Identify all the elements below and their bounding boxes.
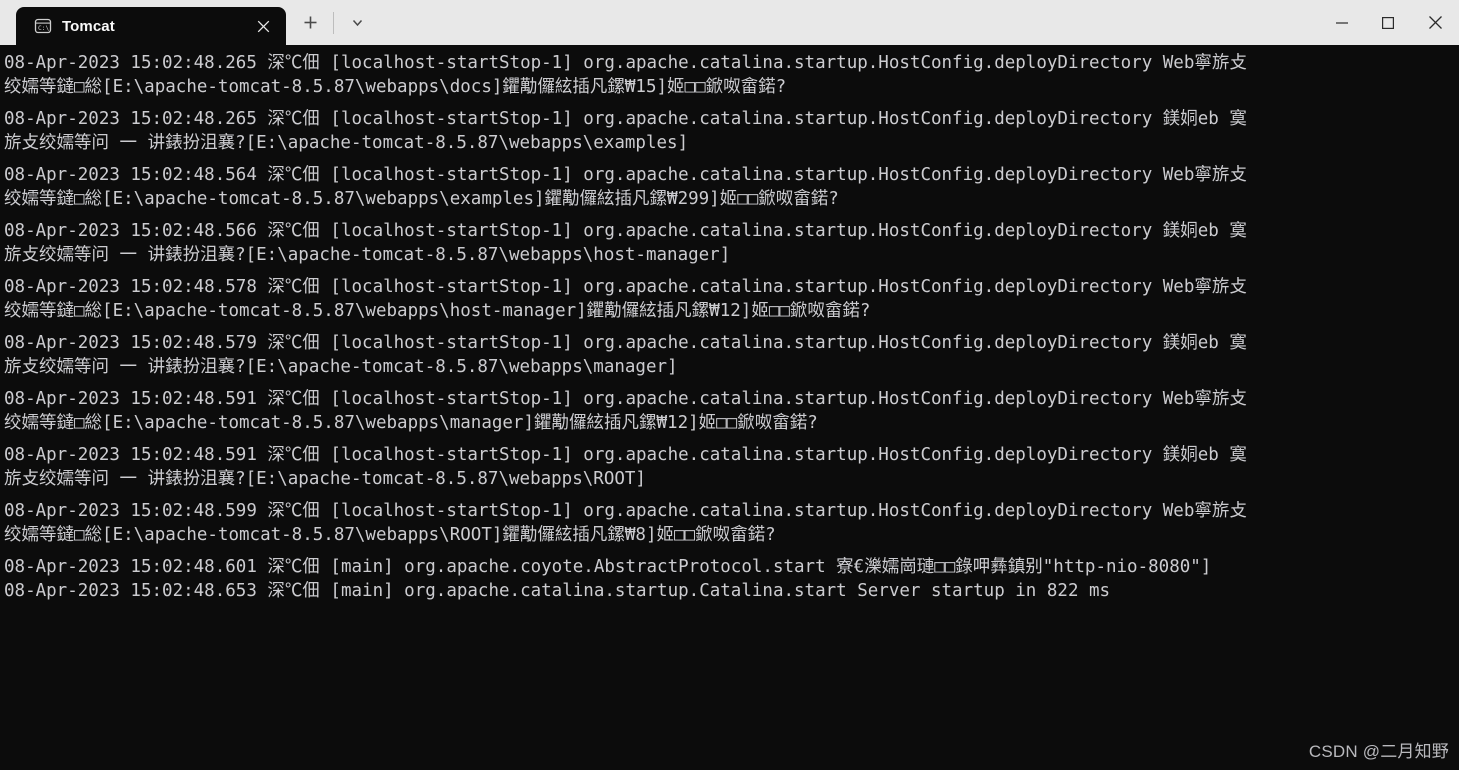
log-line: 08-Apr-2023 15:02:48.591 深℃佃 [localhost-… xyxy=(4,445,1247,465)
command-prompt-icon: C:\ xyxy=(34,17,52,35)
log-line: 08-Apr-2023 15:02:48.591 深℃佃 [localhost-… xyxy=(4,389,1247,409)
tab-title-label: Tomcat xyxy=(62,17,115,35)
log-block-spacer xyxy=(4,323,1459,331)
log-line: 旂攴绞嬬等问 一 讲錶扮沮襄?[E:\apache-tomcat-8.5.87\… xyxy=(4,133,689,153)
tab-bar-actions xyxy=(286,0,381,45)
log-block-spacer xyxy=(4,547,1459,555)
log-line: 旂攴绞嬬等问 一 讲錶扮沮襄?[E:\apache-tomcat-8.5.87\… xyxy=(4,245,731,265)
log-block-spacer xyxy=(4,491,1459,499)
log-block-spacer xyxy=(4,267,1459,275)
chevron-down-icon[interactable] xyxy=(337,4,377,42)
log-line: 绞嬬等鐽□総[E:\apache-tomcat-8.5.87\webapps\R… xyxy=(4,525,776,545)
log-line: 绞嬬等鐽□総[E:\apache-tomcat-8.5.87\webapps\m… xyxy=(4,413,818,433)
log-line: 08-Apr-2023 15:02:48.265 深℃佃 [localhost-… xyxy=(4,53,1247,73)
log-line: 绞嬬等鐽□総[E:\apache-tomcat-8.5.87\webapps\d… xyxy=(4,77,787,97)
log-line: 绞嬬等鐽□総[E:\apache-tomcat-8.5.87\webapps\h… xyxy=(4,301,871,321)
svg-text:C:\: C:\ xyxy=(38,25,49,32)
log-line: 08-Apr-2023 15:02:48.601 深℃佃 [main] org.… xyxy=(4,557,1212,577)
log-line: 08-Apr-2023 15:02:48.599 深℃佃 [localhost-… xyxy=(4,501,1247,521)
log-line: 08-Apr-2023 15:02:48.564 深℃佃 [localhost-… xyxy=(4,165,1247,185)
log-block-spacer xyxy=(4,379,1459,387)
window-controls xyxy=(1319,0,1459,45)
log-line: 08-Apr-2023 15:02:48.578 深℃佃 [localhost-… xyxy=(4,277,1247,297)
close-button[interactable] xyxy=(1411,0,1459,45)
maximize-button[interactable] xyxy=(1365,0,1411,45)
tab-close-icon[interactable] xyxy=(250,13,276,39)
csdn-watermark: CSDN @二月知野 xyxy=(1308,742,1449,761)
title-bar-drag-region xyxy=(381,0,1319,45)
log-line: 旂攴绞嬬等问 一 讲錶扮沮襄?[E:\apache-tomcat-8.5.87\… xyxy=(4,469,646,489)
tab-tomcat[interactable]: C:\ Tomcat xyxy=(16,7,286,45)
log-block-spacer xyxy=(4,435,1459,443)
log-line: 绞嬬等鐽□総[E:\apache-tomcat-8.5.87\webapps\e… xyxy=(4,189,839,209)
log-line: 08-Apr-2023 15:02:48.579 深℃佃 [localhost-… xyxy=(4,333,1247,353)
tab-bar-divider xyxy=(333,11,334,34)
log-block-spacer xyxy=(4,211,1459,219)
window-title-bar: C:\ Tomcat xyxy=(0,0,1459,45)
log-line: 08-Apr-2023 15:02:48.653 深℃佃 [main] org.… xyxy=(4,581,1111,601)
new-tab-button[interactable] xyxy=(290,4,330,42)
console-output-area[interactable]: 08-Apr-2023 15:02:48.265 深℃佃 [localhost-… xyxy=(0,45,1459,770)
log-line: 08-Apr-2023 15:02:48.265 深℃佃 [localhost-… xyxy=(4,109,1247,129)
log-block-spacer xyxy=(4,99,1459,107)
log-line: 旂攴绞嬬等问 一 讲錶扮沮襄?[E:\apache-tomcat-8.5.87\… xyxy=(4,357,678,377)
tab-strip: C:\ Tomcat xyxy=(0,0,286,45)
log-line: 08-Apr-2023 15:02:48.566 深℃佃 [localhost-… xyxy=(4,221,1247,241)
log-block-spacer xyxy=(4,155,1459,163)
log-list: 08-Apr-2023 15:02:48.265 深℃佃 [localhost-… xyxy=(4,51,1459,603)
minimize-button[interactable] xyxy=(1319,0,1365,45)
